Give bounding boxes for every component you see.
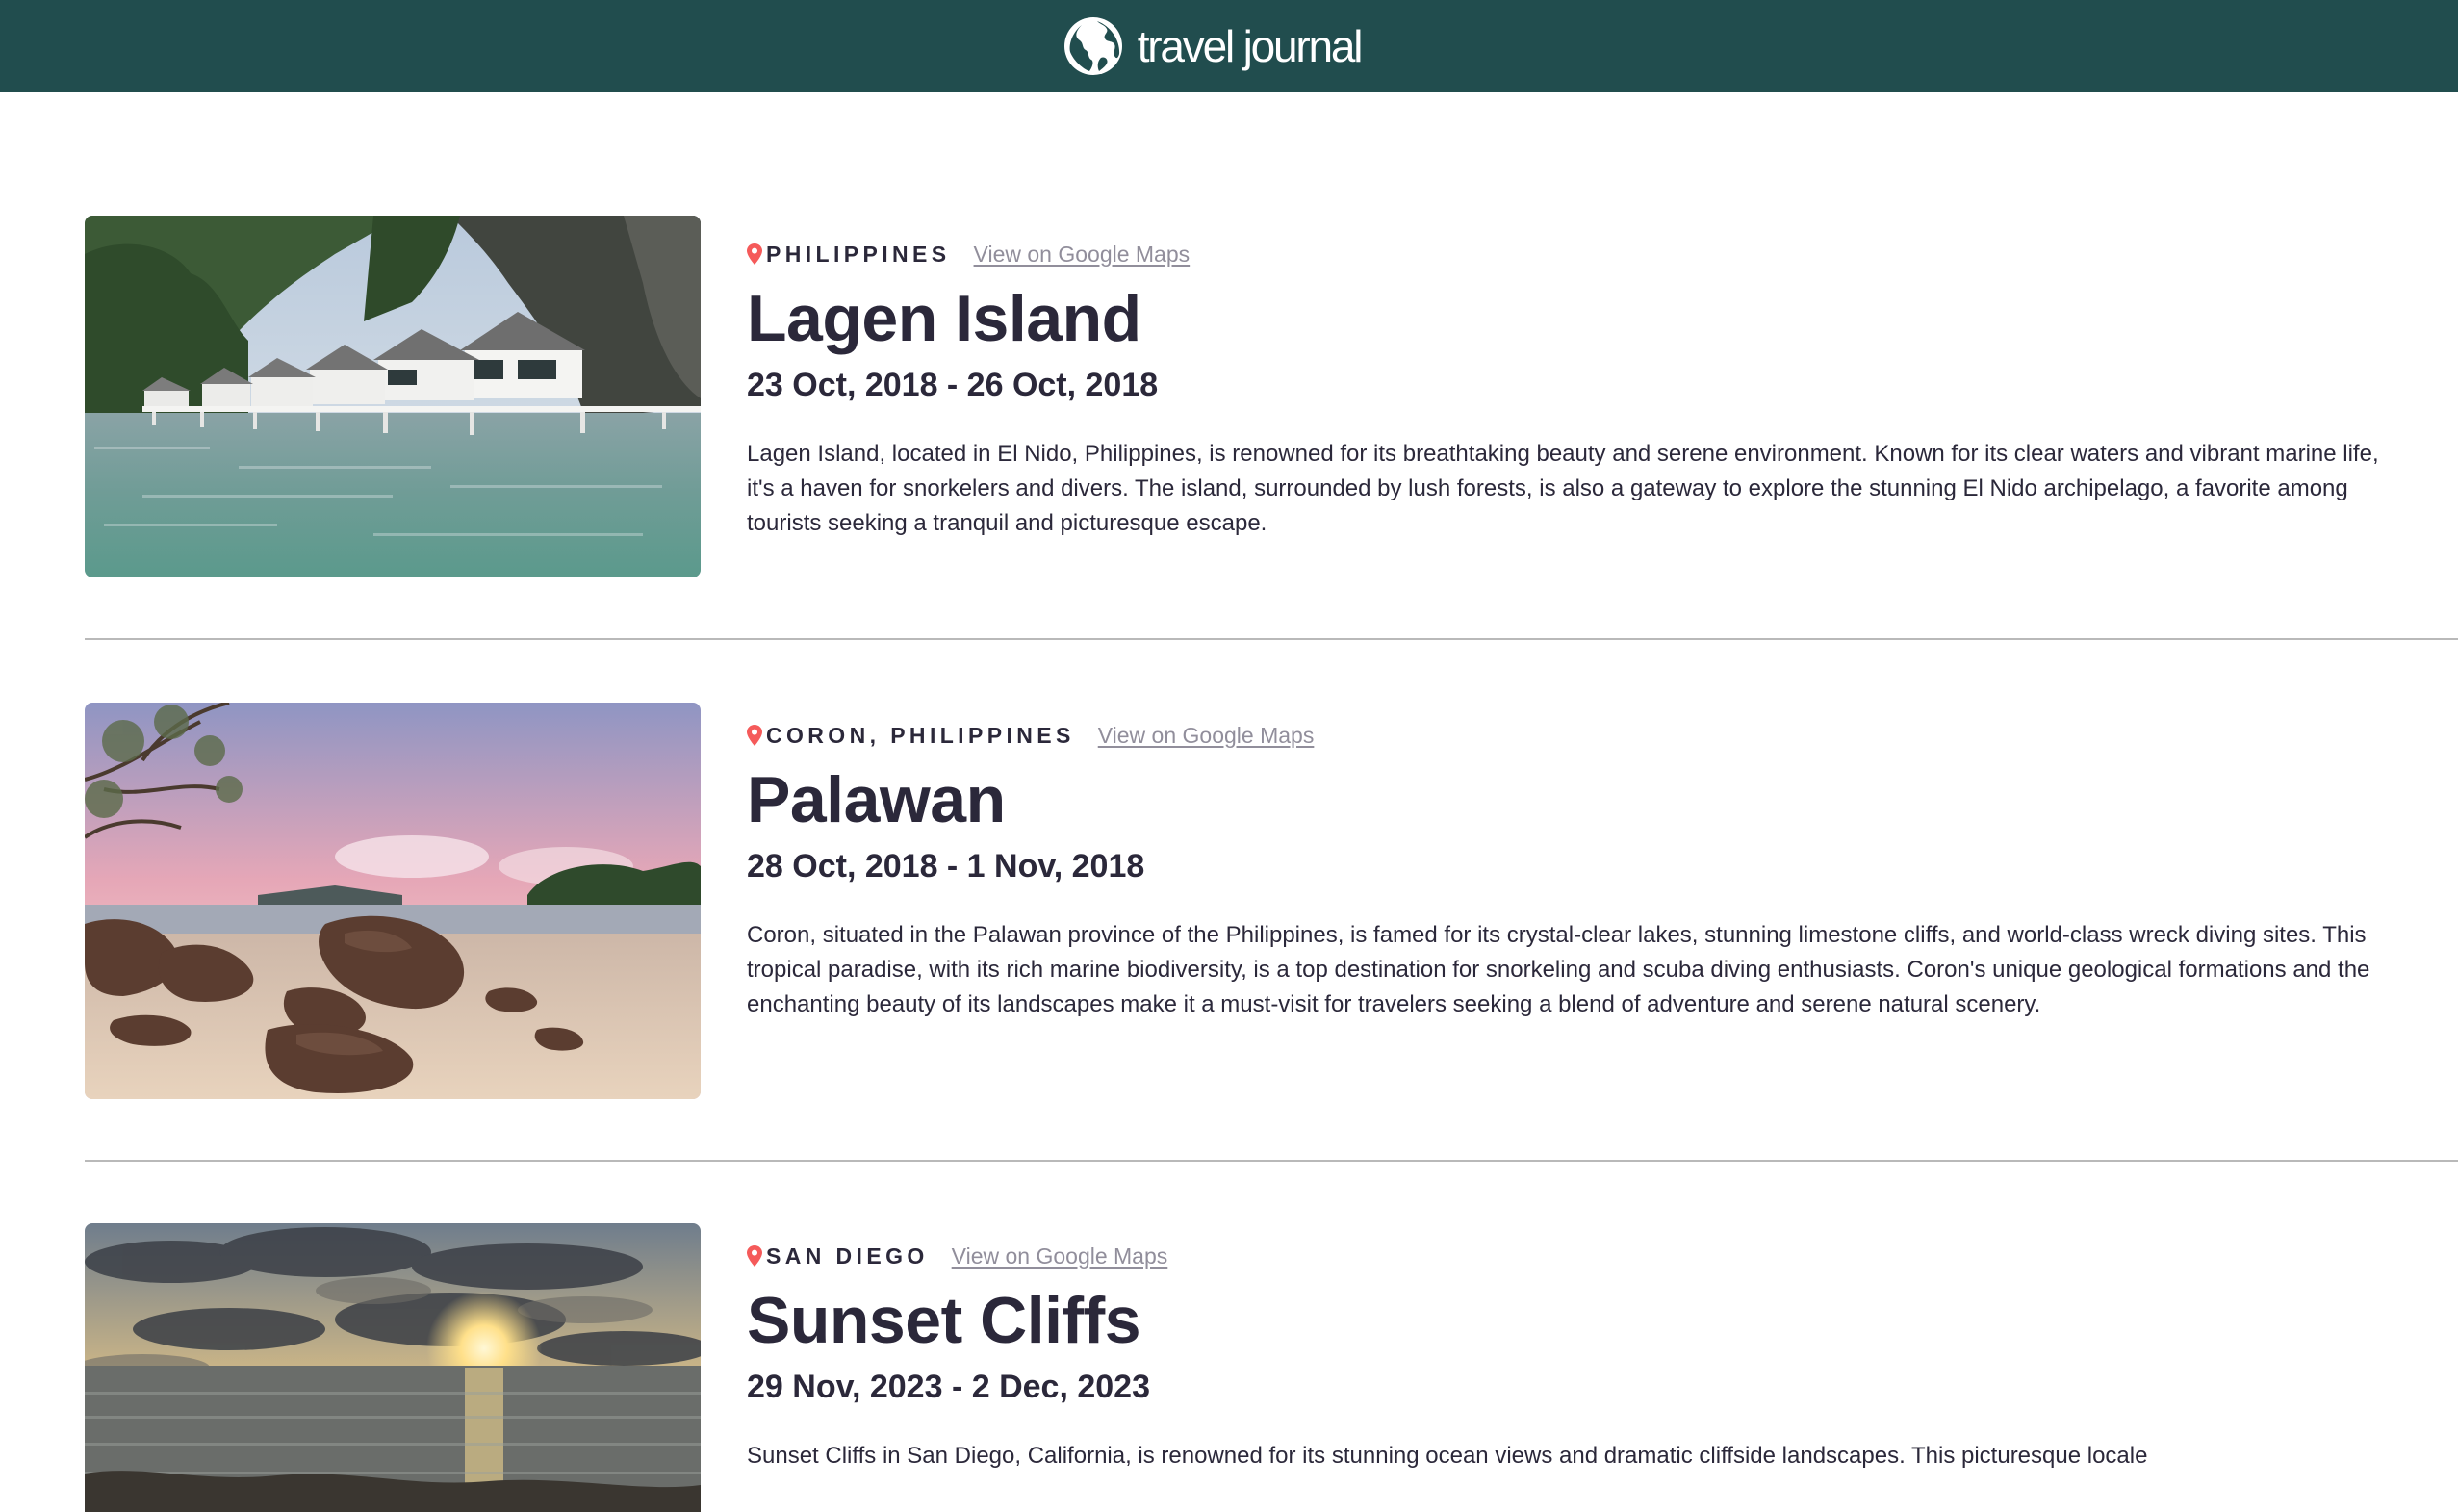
google-maps-link[interactable]: View on Google Maps — [974, 242, 1191, 268]
journal-entry: SAN DIEGO View on Google Maps Sunset Cli… — [85, 1223, 2458, 1512]
journal-entry: PHILIPPINES View on Google Maps Lagen Is… — [85, 216, 2458, 577]
map-pin-icon — [747, 1245, 762, 1267]
rocky-beach-sunset-photo — [85, 703, 701, 1099]
google-maps-link[interactable]: View on Google Maps — [952, 1243, 1168, 1269]
entry-dates: 23 Oct, 2018 - 26 Oct, 2018 — [747, 366, 1159, 403]
map-pin-icon — [747, 725, 762, 746]
entry-description: Lagen Island, located in El Nido, Philip… — [747, 440, 2379, 536]
location-row: CORON, PHILIPPINES View on Google Maps — [747, 720, 2383, 751]
entry-title: Lagen Island — [747, 282, 1141, 355]
journal-entry: CORON, PHILIPPINES View on Google Maps P… — [85, 703, 2458, 1099]
entry-description: Sunset Cliffs in San Diego, California, … — [747, 1442, 2148, 1469]
google-maps-link[interactable]: View on Google Maps — [1098, 723, 1315, 749]
brand[interactable]: travel journal — [1063, 15, 1364, 77]
location-label: SAN DIEGO — [766, 1243, 929, 1269]
brand-name: travel journal — [1137, 21, 1364, 71]
entry-divider — [85, 638, 2458, 640]
location-label: PHILIPPINES — [766, 241, 951, 267]
entry-body: PHILIPPINES View on Google Maps Lagen Is… — [747, 239, 2383, 541]
entry-title: Sunset Cliffs — [747, 1284, 1141, 1357]
entry-dates: 29 Nov, 2023 - 2 Dec, 2023 — [747, 1368, 1150, 1405]
entry-body: CORON, PHILIPPINES View on Google Maps P… — [747, 720, 2383, 1022]
map-pin-icon — [747, 243, 762, 265]
location-label: CORON, PHILIPPINES — [766, 722, 1075, 748]
location-row: SAN DIEGO View on Google Maps — [747, 1241, 2383, 1271]
ocean-sunset-photo — [85, 1223, 701, 1512]
overwater-bungalows-photo — [85, 216, 701, 577]
app-header: travel journal — [0, 0, 2458, 92]
entry-body: SAN DIEGO View on Google Maps Sunset Cli… — [747, 1241, 2383, 1474]
entry-divider — [85, 1160, 2458, 1162]
entry-title: Palawan — [747, 763, 1006, 836]
entry-description: Coron, situated in the Palawan province … — [747, 921, 2370, 1017]
globe-icon — [1063, 17, 1122, 75]
location-row: PHILIPPINES View on Google Maps — [747, 239, 2383, 269]
entry-dates: 28 Oct, 2018 - 1 Nov, 2018 — [747, 847, 1145, 884]
